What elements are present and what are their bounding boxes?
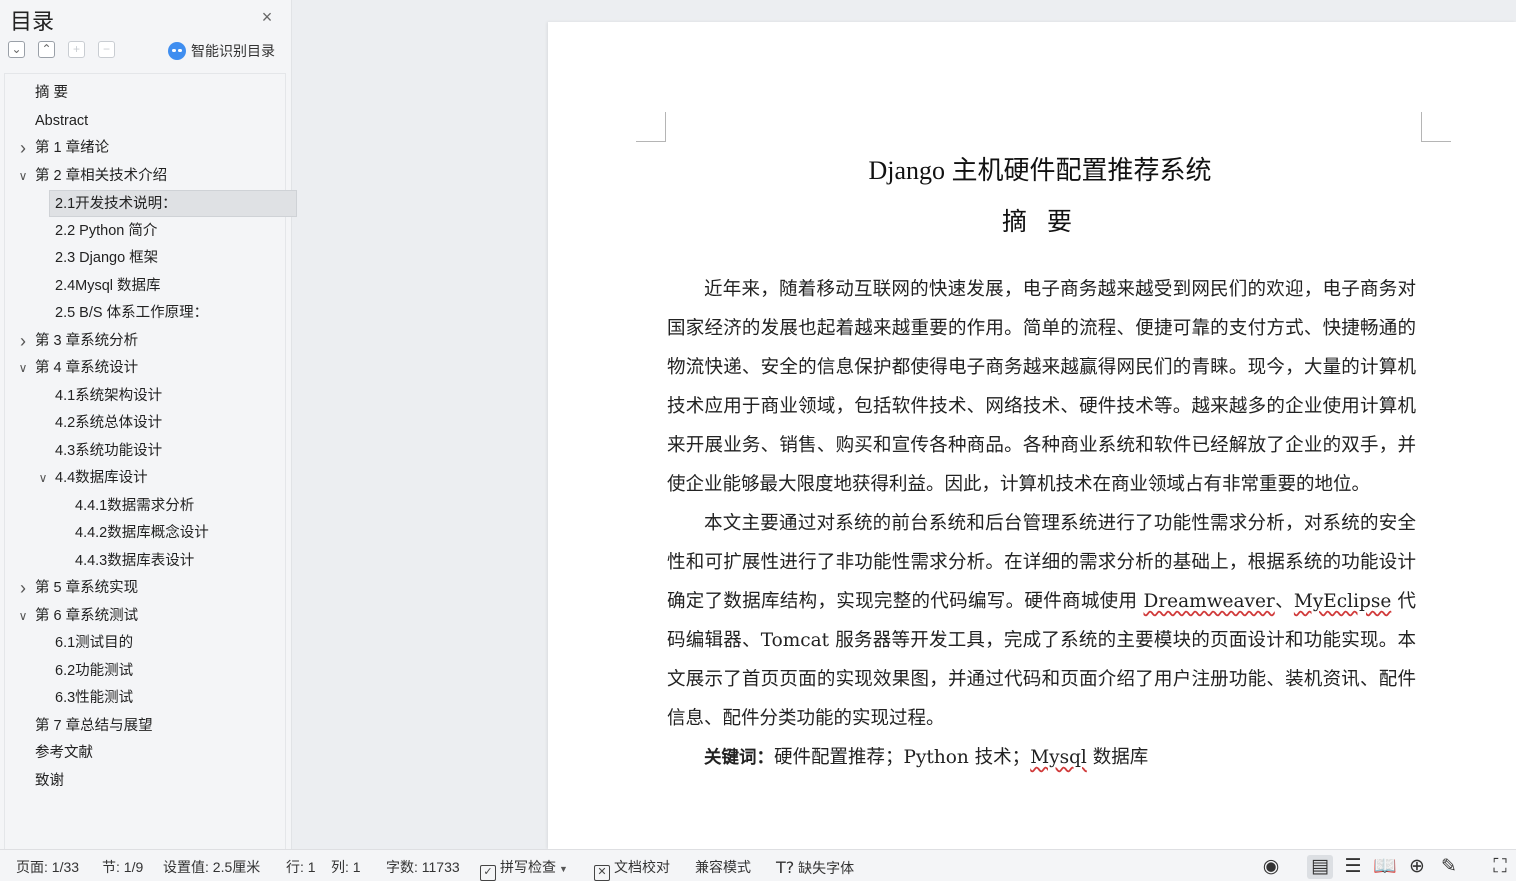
toc-item[interactable]: 6.1测试目的	[55, 630, 133, 657]
chevron-right-icon[interactable]: ›	[15, 328, 31, 355]
fullscreen-icon[interactable]: ⛶	[1487, 855, 1513, 879]
reading-view-icon[interactable]: 📖	[1372, 855, 1398, 879]
toc-item[interactable]: 2.1开发技术说明：	[49, 190, 297, 217]
write-mode-icon[interactable]: ✎	[1436, 855, 1462, 879]
toc-item[interactable]: 4.1系统架构设计	[55, 383, 162, 410]
smart-toc-label: 智能识别目录	[191, 43, 275, 59]
document-title: Django 主机硬件配置推荐系统	[868, 156, 1212, 185]
chevron-down-icon[interactable]: ∨	[15, 163, 31, 190]
toc-item[interactable]: 第 2 章相关技术介绍	[35, 163, 167, 190]
spell-error-mysql[interactable]: Mysql	[1030, 747, 1087, 768]
abstract-heading: 摘 要	[1002, 207, 1078, 236]
toc-item[interactable]: 致谢	[35, 768, 64, 795]
keywords-line: 关键词：硬件配置推荐；Python 技术；Mysql 数据库	[704, 747, 1149, 768]
paragraph-2: 本文主要通过对系统的前台系统和后台管理系统进行了功能性需求分析，对系统的安全性和…	[667, 513, 1416, 729]
chevron-down-icon[interactable]: ∨	[15, 355, 31, 382]
remove-level-icon[interactable]: −	[98, 41, 115, 58]
chevron-down-icon[interactable]: ∨	[35, 465, 51, 492]
toc-item[interactable]: 参考文献	[35, 740, 93, 767]
spell-check-button[interactable]: ✓ 拼写检查 ▼	[480, 850, 568, 881]
toc-item[interactable]: 4.4.3数据库表设计	[75, 548, 194, 575]
row-indicator: 行: 1	[286, 859, 316, 875]
toc-item[interactable]: 2.3 Django 框架	[55, 245, 158, 272]
paragraph-1: 近年来，随着移动互联网的快速发展，电子商务越来越受到网民们的欢迎，电子商务对国家…	[667, 279, 1416, 495]
section-indicator: 节: 1/9	[102, 859, 144, 875]
toc-tree: 摘 要 Abstract › 第 1 章绪论 ∨ 第 2 章相关技术介绍 2.1开发技术说明…	[4, 73, 297, 849]
status-bar: 页面: 1/33 节: 1/9 设置值: 2.5厘米 行: 1 列: 1 字数:…	[0, 849, 1516, 881]
toc-item[interactable]: 6.3性能测试	[55, 685, 133, 712]
toc-sidebar: 目录 × ⌄ ⌃ + − 智能识别目录 摘 要 Abstract › 第 1 章绪论 ∨…	[0, 0, 297, 849]
eye-protection-icon[interactable]: ◉	[1258, 855, 1284, 879]
close-icon[interactable]: ×	[258, 8, 276, 26]
toc-item[interactable]: 第 1 章绪论	[35, 135, 109, 162]
keywords-label: 关键词：	[704, 748, 774, 768]
toc-item[interactable]: 4.2系统总体设计	[55, 410, 162, 437]
column-indicator: 列: 1	[331, 859, 361, 875]
checkbox-icon: ✓	[480, 865, 496, 881]
font-question-icon: T?	[776, 858, 795, 877]
web-view-icon[interactable]: ⊕	[1404, 855, 1430, 879]
add-level-icon[interactable]: +	[68, 41, 85, 58]
toc-item[interactable]: 4.3系统功能设计	[55, 438, 162, 465]
compat-mode-button[interactable]: 兼容模式	[695, 850, 751, 881]
chevron-right-icon[interactable]: ›	[15, 135, 31, 162]
toc-item[interactable]: 4.4.1数据需求分析	[75, 493, 194, 520]
word-count[interactable]: 字数: 11733	[386, 850, 460, 881]
toc-item[interactable]: 4.4.2数据库概念设计	[75, 520, 209, 547]
collapse-all-icon[interactable]: ⌄	[8, 41, 25, 58]
toc-item[interactable]: 第 4 章系统设计	[35, 355, 138, 382]
toc-item[interactable]: 第 5 章系统实现	[35, 575, 138, 602]
crop-mark-top-right	[1421, 112, 1451, 142]
page-indicator[interactable]: 页面: 1/33	[16, 850, 79, 881]
toc-item[interactable]: 6.2功能测试	[55, 658, 133, 685]
spell-error-dreamweaver[interactable]: Dreamweaver	[1144, 591, 1275, 612]
sidebar-title: 目录	[10, 9, 55, 34]
toc-item[interactable]: 2.5 B/S 体系工作原理：	[55, 300, 208, 327]
toc-item[interactable]: 第 3 章系统分析	[35, 328, 138, 355]
toc-item[interactable]: 4.4数据库设计	[55, 465, 148, 492]
crop-mark-top-left	[636, 112, 666, 142]
document-page[interactable]: Django 主机硬件配置推荐系统 摘 要 近年来，随着移动互联网的快速发展，电…	[548, 22, 1516, 849]
toc-item[interactable]: 摘 要	[35, 80, 68, 107]
document-body[interactable]: 近年来，随着移动互联网的快速发展，电子商务越来越受到网民们的欢迎，电子商务对国家…	[667, 270, 1416, 778]
toc-item[interactable]: 2.2 Python 简介	[55, 218, 157, 245]
chevron-down-icon: ▼	[559, 864, 568, 874]
toc-item[interactable]: 第 6 章系统测试	[35, 603, 138, 630]
outline-view-icon[interactable]: ☰	[1340, 855, 1366, 879]
missing-font-button[interactable]: T? 缺失字体	[776, 850, 854, 881]
proofread-icon: ✕	[594, 865, 610, 881]
toc-item[interactable]: Abstract	[35, 108, 88, 135]
proofread-button[interactable]: ✕ 文档校对	[594, 850, 670, 881]
chevron-right-icon[interactable]: ›	[15, 575, 31, 602]
smart-toc-button[interactable]: 智能识别目录	[168, 41, 275, 61]
chevron-down-icon[interactable]: ∨	[15, 603, 31, 630]
expand-all-icon[interactable]: ⌃	[38, 41, 55, 58]
page-view-icon[interactable]: ▤	[1307, 855, 1333, 879]
smart-ai-icon	[168, 42, 186, 60]
toc-item[interactable]: 2.4Mysql 数据库	[55, 273, 161, 300]
setting-value: 设置值: 2.5厘米	[163, 859, 261, 875]
spell-error-myeclipse[interactable]: MyEclipse	[1294, 591, 1391, 612]
toc-item[interactable]: 第 7 章总结与展望	[35, 713, 153, 740]
